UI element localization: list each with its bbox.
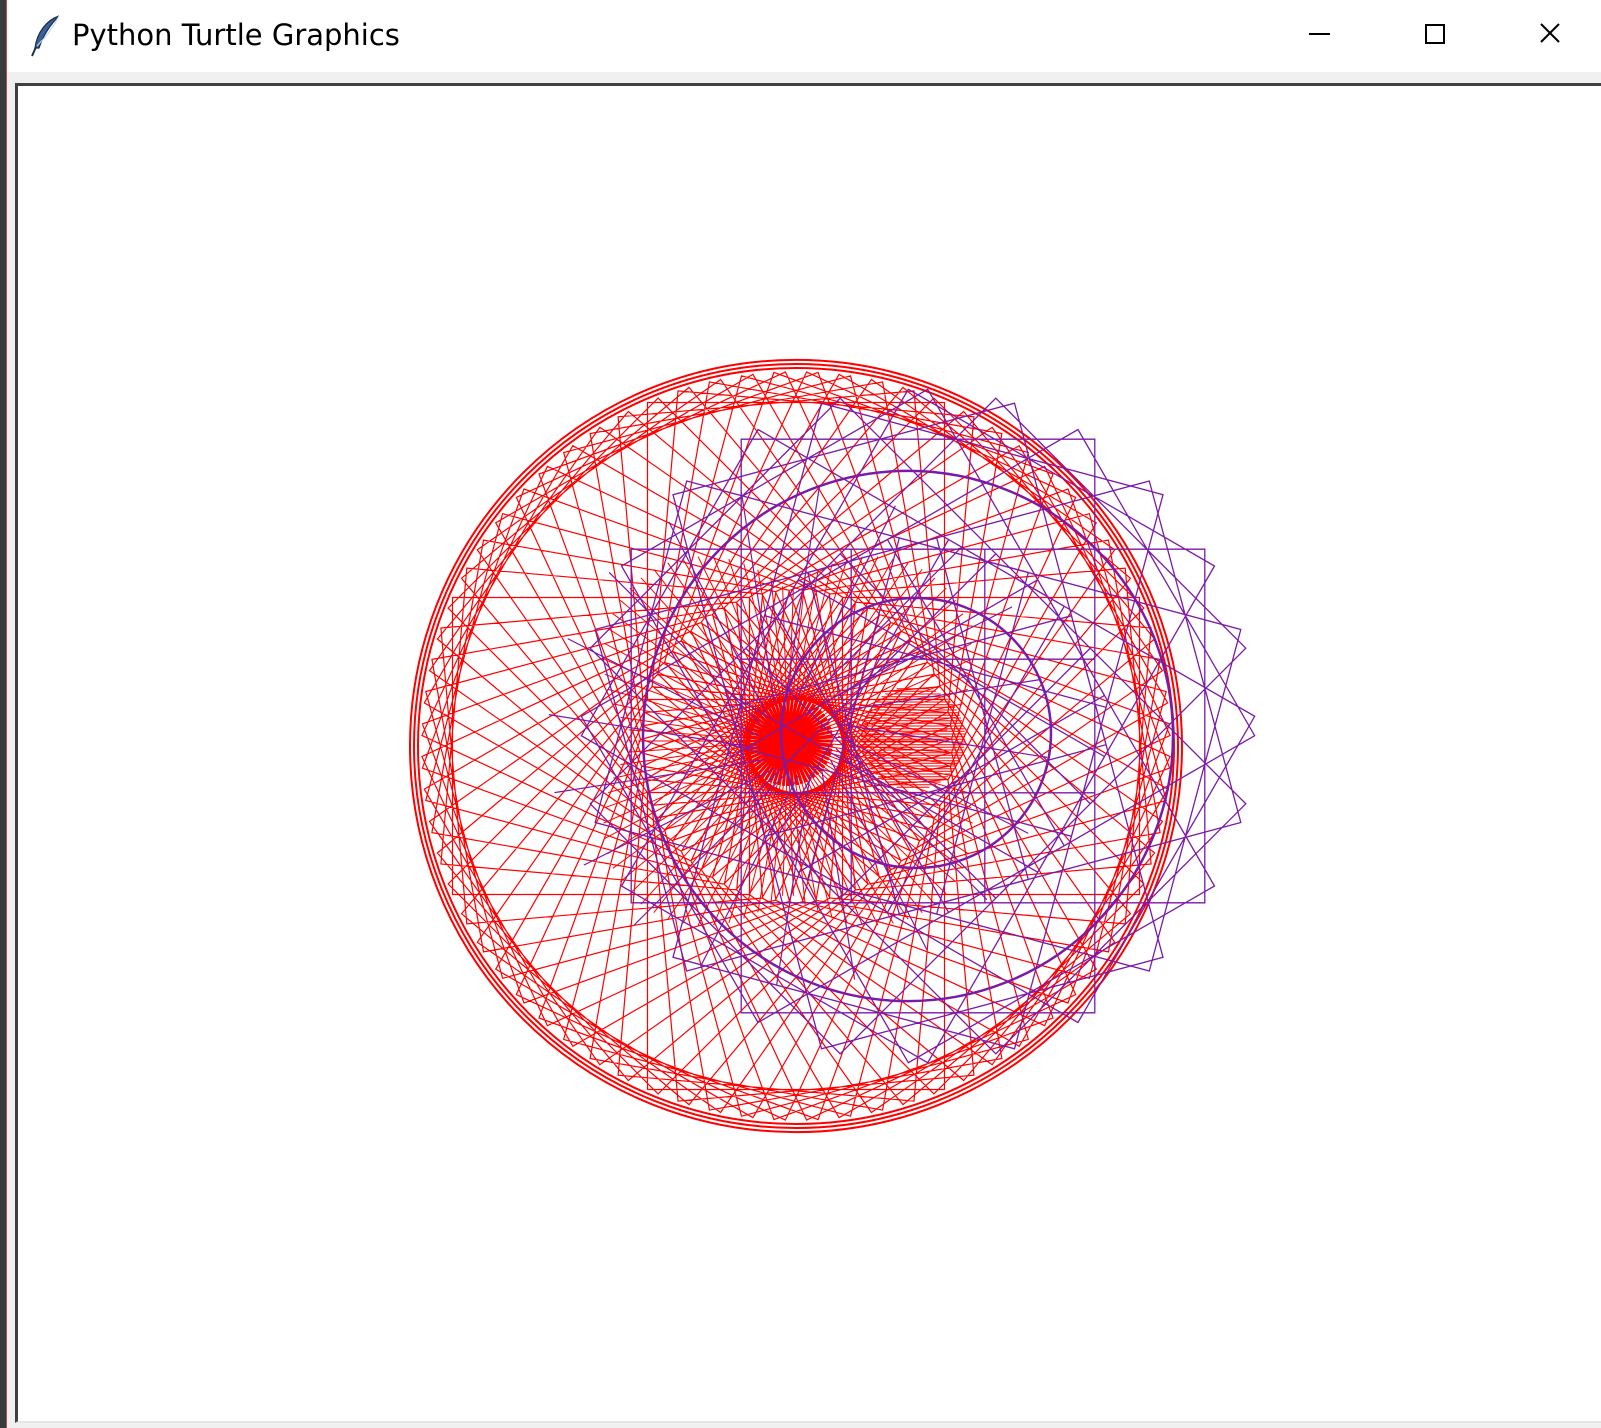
window-client-area	[7, 72, 1601, 1428]
maximize-button[interactable]	[1378, 0, 1494, 72]
close-icon	[1540, 23, 1560, 43]
turtle-canvas[interactable]	[18, 86, 1601, 1423]
turtle-canvas-frame[interactable]	[15, 83, 1601, 1423]
close-button[interactable]	[1494, 0, 1601, 72]
turtle-window: Python Turtle Graphics	[6, 0, 1601, 1428]
window-title: Python Turtle Graphics	[72, 18, 400, 52]
maximize-icon	[1425, 24, 1445, 44]
minimize-button[interactable]	[1262, 0, 1378, 72]
minimize-icon	[1309, 33, 1330, 35]
title-bar[interactable]: Python Turtle Graphics	[7, 0, 1601, 72]
feather-icon	[29, 14, 63, 58]
